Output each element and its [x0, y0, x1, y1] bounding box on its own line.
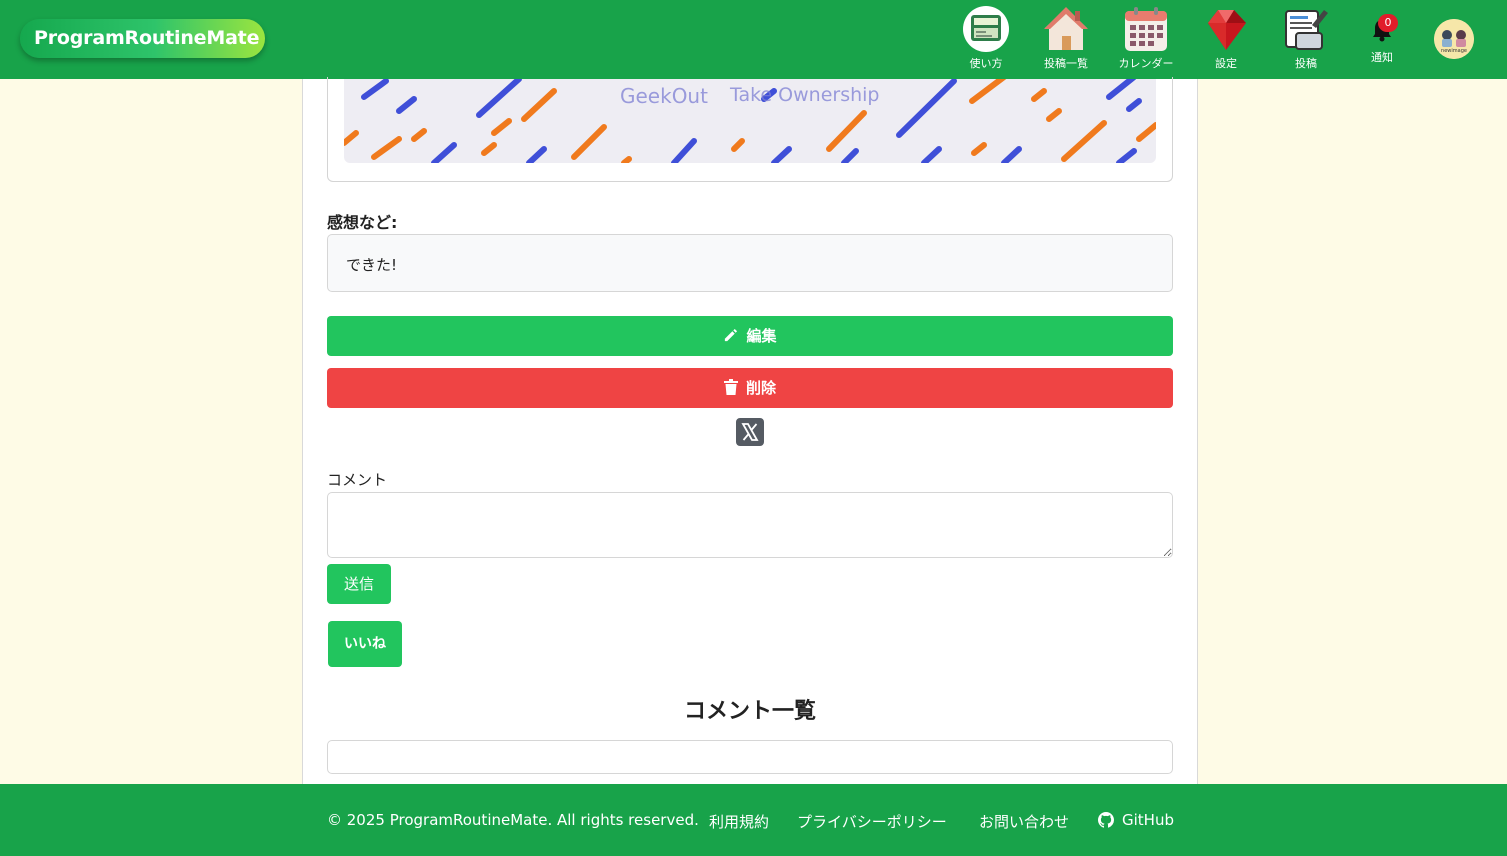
post-banner-image: GeekOut Take Ownership [344, 79, 1156, 163]
comments-list [327, 740, 1173, 774]
share-x-button[interactable] [736, 418, 764, 446]
trash-icon [723, 379, 738, 395]
comment-label: コメント [327, 471, 388, 489]
github-icon [1098, 812, 1114, 828]
footer-link-privacy[interactable]: プライバシーポリシー [797, 811, 947, 832]
x-logo-icon [741, 423, 759, 441]
delete-button-label: 削除 [745, 379, 776, 397]
notification-count-badge: 0 [1378, 14, 1398, 32]
footer-link-terms[interactable]: 利用規約 [709, 811, 769, 832]
nav-item-post-list[interactable]: 投稿一覧 [1026, 5, 1106, 71]
ruby-gem-icon [1208, 10, 1246, 50]
avatar[interactable]: newimage [1434, 19, 1474, 59]
brand-logo[interactable]: ProgramRoutineMate [20, 19, 265, 58]
edit-button-label: 編集 [746, 327, 777, 345]
nav-label: カレンダー [1118, 57, 1174, 70]
book-icon [963, 6, 1009, 52]
footer-github-label: GitHub [1122, 811, 1174, 829]
post-image-frame: GeekOut Take Ownership [327, 77, 1173, 182]
impression-text: できた! [327, 234, 1173, 292]
svg-text:GeekOut: GeekOut [620, 84, 708, 108]
edit-button[interactable]: 編集 [327, 316, 1173, 356]
nav-label: 使い方 [969, 57, 1003, 70]
footer: © 2025 ProgramRoutineMate. All rights re… [0, 784, 1507, 856]
impression-label: 感想など: [327, 213, 398, 232]
nav-label-notifications[interactable]: 通知 [1362, 49, 1402, 65]
nav-label: 投稿一覧 [1044, 57, 1088, 70]
footer-link-github[interactable]: GitHub [1098, 811, 1174, 829]
svg-text:Take Ownership: Take Ownership [729, 84, 879, 106]
footer-link-contact[interactable]: お問い合わせ [979, 811, 1069, 832]
send-button[interactable]: 送信 [327, 564, 391, 604]
like-button[interactable]: いいね [328, 621, 402, 667]
post-detail-card: GeekOut Take Ownership 感想など: できた! 編集 削除 … [302, 77, 1198, 784]
house-icon [1044, 7, 1088, 50]
nav-item-calendar[interactable]: カレンダー [1106, 5, 1186, 71]
nav-label: 設定 [1215, 57, 1237, 70]
nav-item-post[interactable]: 投稿 [1266, 5, 1346, 71]
nav-item-how-to-use[interactable]: 使い方 [946, 5, 1026, 71]
calendar-icon [1125, 7, 1167, 51]
top-navbar: ProgramRoutineMate 使い方 投稿一覧 カレンダー 設定 投稿 … [0, 0, 1507, 79]
comment-input[interactable] [327, 492, 1173, 558]
delete-button[interactable]: 削除 [327, 368, 1173, 408]
post-edit-icon [1285, 10, 1328, 50]
comments-heading: コメント一覧 [683, 699, 816, 724]
nav-label: 投稿 [1295, 57, 1317, 70]
nav-item-settings[interactable]: 設定 [1186, 5, 1266, 71]
svg-text:newimage: newimage [1441, 48, 1467, 54]
footer-copyright: © 2025 ProgramRoutineMate. All rights re… [327, 811, 699, 829]
avatar-icon: newimage [1434, 19, 1474, 59]
pencil-icon [725, 328, 738, 342]
